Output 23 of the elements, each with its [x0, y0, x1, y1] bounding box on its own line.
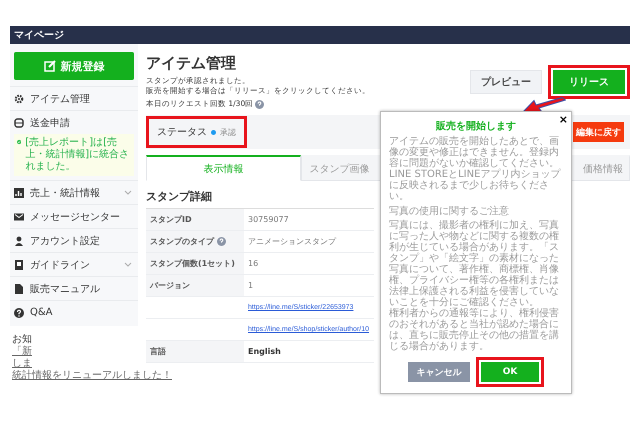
section-title: スタンプ詳細	[146, 189, 212, 204]
label-cell: スタンプID	[146, 209, 244, 230]
page-title: マイページ	[14, 29, 64, 42]
notice-heading: 写真の使用に関するご注意	[389, 206, 510, 217]
value-text: アニメーションスタンプ	[248, 236, 336, 247]
page-heading: アイテム管理	[146, 54, 237, 73]
dialog-title: 販売を開始します	[434, 120, 517, 133]
news-heading: お知	[12, 333, 32, 346]
notice-text: [売上レポート]は[売上・統計情報]に統合されました。	[25, 137, 130, 173]
value-text: 16	[248, 259, 258, 268]
value-text: 30759077	[248, 215, 289, 224]
dialog-paragraph: 権利者からの通報等により、権利侵害のおそれがあると当社が認めた場合には、直ちに販売停止その他の措置を講じる場合があります。	[389, 308, 560, 352]
value-text: 1	[248, 281, 254, 290]
label-cell: スタンプのタイプ	[146, 231, 244, 252]
label-cell: バージョン	[146, 275, 244, 296]
value-text: English	[248, 347, 281, 356]
status-label: ステータス	[157, 126, 207, 139]
dialog-paragraph: LINE STOREとLINEアプリ内ショップに反映されるまで少しお待ちください。	[389, 169, 562, 202]
status-value: 承認	[220, 126, 236, 138]
dialog-paragraph: 写真には、撮影者の権利に加え、写真に写った人や物などに関する複数の権利が生じている場合があります。「スタンプ」や「絵文字」の素材になった写真について、著作権、商標権、肖像権、プライバシー権等の各権利または法律上保護される利益を侵害していないことを十分にご確認ください。	[389, 220, 560, 308]
label-cell: スタンプ個数(1セット)	[146, 253, 244, 274]
label-cell: 言語	[146, 341, 244, 362]
dialog-paragraph: アイテムの販売を開始したあとで、画像の変更や修正はできません。登録内容に問題がないか確認してください。	[389, 136, 559, 169]
